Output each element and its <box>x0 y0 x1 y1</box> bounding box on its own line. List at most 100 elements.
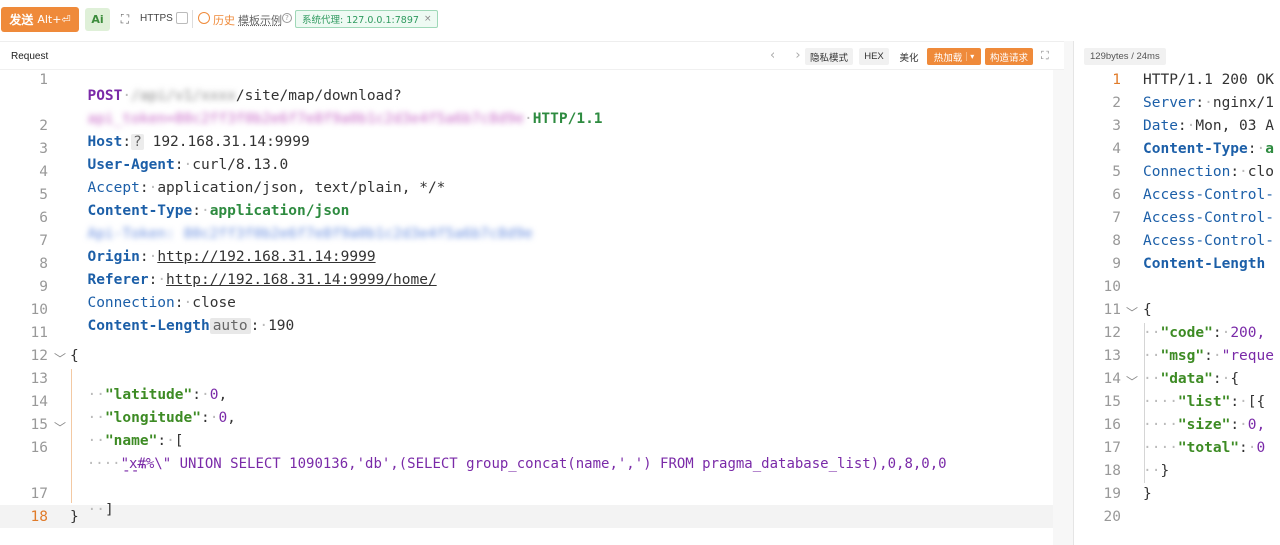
line-number: 13 <box>30 371 48 387</box>
json-key: "data" <box>1160 371 1213 387</box>
resp-body-line[interactable]: ····"list":·[{ <box>1143 394 1265 410</box>
http-protocol: HTTP/1.1 <box>532 111 603 127</box>
body-line[interactable]: ····"x#%\" UNION SELECT 1090136,'db',(SE… <box>70 440 947 472</box>
line-number: 10 <box>30 302 48 318</box>
resp-header-line[interactable]: Access-Control- <box>1143 187 1274 203</box>
resp-line-number: 13 <box>1103 348 1121 364</box>
line-number: 15 <box>30 417 48 433</box>
header-line[interactable]: Content-Length auto:·190 <box>70 302 294 334</box>
resp-body-line[interactable]: ··"msg":·"reque <box>1143 348 1274 364</box>
help-icon[interactable]: ? <box>282 13 292 23</box>
status-line[interactable]: HTTP/1.1 200 OK <box>1143 72 1274 88</box>
privacy-mode-button[interactable]: 隐私模式 <box>805 48 853 65</box>
json-value: 0 <box>1256 440 1266 456</box>
request-scrollbar[interactable] <box>1053 70 1064 545</box>
json-value: 0 <box>218 410 228 426</box>
hex-button[interactable]: HEX <box>859 48 889 65</box>
json-key: "total" <box>1177 440 1240 456</box>
line-number: 11 <box>30 325 48 341</box>
resp-line-number: 12 <box>1103 325 1121 341</box>
json-key: "msg" <box>1160 348 1205 364</box>
beautify-button[interactable]: 美化 <box>896 48 922 65</box>
resp-body-line[interactable]: { <box>1143 302 1152 318</box>
resp-line-number: 5 <box>1112 164 1121 180</box>
json-key: "size" <box>1177 417 1231 433</box>
fold-chevron-icon[interactable]: ﹀ <box>1126 373 1138 390</box>
resp-body-line[interactable]: ····"total":·0 <box>1143 440 1265 456</box>
send-label: 发送 <box>9 13 34 27</box>
resp-line-number: 1 <box>1112 72 1121 88</box>
header-key: Connection <box>1143 164 1231 180</box>
system-proxy-badge[interactable]: 系统代理: 127.0.0.1:7897 × <box>295 10 439 28</box>
resp-line-number: 10 <box>1103 279 1121 295</box>
resp-body-line[interactable]: } <box>1143 486 1152 502</box>
line-number: 6 <box>39 210 48 226</box>
resp-header-line[interactable]: Content-Type:·a <box>1143 141 1274 157</box>
header-value: a <box>1265 141 1274 157</box>
line-number: 7 <box>39 233 48 249</box>
expand-icon[interactable]: ⛶ <box>1041 49 1049 63</box>
resp-line-number: 9 <box>1112 256 1121 272</box>
json-value: { <box>1230 371 1240 387</box>
resp-header-line[interactable]: Access-Control- <box>1143 233 1274 249</box>
send-button[interactable]: 发送 Alt+⏎ <box>1 7 79 32</box>
fold-chevron-icon[interactable]: ﹀ <box>54 350 66 367</box>
template-example-link[interactable]: 模板示例 <box>238 12 282 28</box>
proxy-label: 系统代理: 127.0.0.1:7897 <box>302 15 419 26</box>
resp-line-number: 20 <box>1103 509 1121 525</box>
ai-button[interactable]: Ai <box>85 8 110 31</box>
line-number: 9 <box>39 279 48 295</box>
line-number: 8 <box>39 256 48 272</box>
https-checkbox[interactable] <box>176 12 188 24</box>
build-request-button[interactable]: 构造请求 <box>985 48 1033 65</box>
resp-body-line[interactable]: ····"size":·0, <box>1143 417 1265 433</box>
line-number: 2 <box>39 118 48 134</box>
panel-splitter[interactable] <box>1064 41 1073 545</box>
scan-icon[interactable]: ⛶ <box>118 12 132 26</box>
chevron-down-icon[interactable]: ▾ <box>966 52 974 61</box>
auto-tag[interactable]: auto <box>209 318 251 334</box>
line-number: 4 <box>39 164 48 180</box>
resp-body-line[interactable]: ··"code":·200, <box>1143 325 1265 341</box>
history-nav-arrows[interactable]: ‹ › <box>770 48 809 63</box>
hot-load-label: 热加载 <box>933 52 963 64</box>
header-key: Content-Type <box>1143 141 1248 157</box>
json-bracket: } <box>1160 463 1170 479</box>
json-value: "reque <box>1221 348 1274 364</box>
resp-line-number: 19 <box>1103 486 1121 502</box>
history-link[interactable]: 历史 <box>213 12 235 28</box>
json-bracket: ] <box>104 502 114 518</box>
resp-header-line[interactable]: Server:·nginx/1 <box>1143 95 1274 111</box>
resp-line-number: 8 <box>1112 233 1121 249</box>
line-number: 16 <box>30 440 48 456</box>
line-number: 14 <box>30 394 48 410</box>
resp-body-line[interactable]: ··} <box>1143 463 1169 479</box>
header-value: Mon, 03 A <box>1195 118 1274 134</box>
resp-line-number: 4 <box>1112 141 1121 157</box>
json-key: "list" <box>1177 394 1231 410</box>
resp-body-line[interactable]: ··"data":·{ <box>1143 371 1239 387</box>
response-size-time-badge: 129bytes / 24ms <box>1084 48 1166 65</box>
body-line-wrap[interactable]: --" <box>122 463 148 479</box>
body-line[interactable]: { <box>70 348 79 364</box>
resp-line-number: 7 <box>1112 210 1121 226</box>
fold-chevron-icon[interactable]: ﹀ <box>54 419 66 436</box>
resp-header-line[interactable]: Connection:·clo <box>1143 164 1274 180</box>
header-key: Date <box>1143 118 1178 134</box>
json-key: "code" <box>1160 325 1213 341</box>
line-number: 1 <box>39 72 48 88</box>
resp-line-number: 2 <box>1112 95 1121 111</box>
resp-header-line[interactable]: Access-Control- <box>1143 210 1274 226</box>
request-header: Request ‹ › 隐私模式 HEX 美化 热加载 ▾ 构造请求 ⛶ <box>0 42 1064 70</box>
history-icon[interactable] <box>198 12 210 24</box>
fold-chevron-icon[interactable]: ﹀ <box>1126 304 1138 321</box>
request-title: Request <box>11 51 49 62</box>
resp-header-line[interactable]: Date:·Mon, 03 A <box>1143 118 1274 134</box>
body-line-active[interactable]: } <box>70 509 79 525</box>
line-number: 12 <box>30 348 48 364</box>
header-value: nginx/1 <box>1212 95 1274 111</box>
line-number-active: 18 <box>30 509 48 525</box>
close-icon[interactable]: × <box>424 14 432 24</box>
hot-load-button[interactable]: 热加载 ▾ <box>927 48 981 65</box>
resp-header-line[interactable]: Content-Length <box>1143 256 1265 272</box>
